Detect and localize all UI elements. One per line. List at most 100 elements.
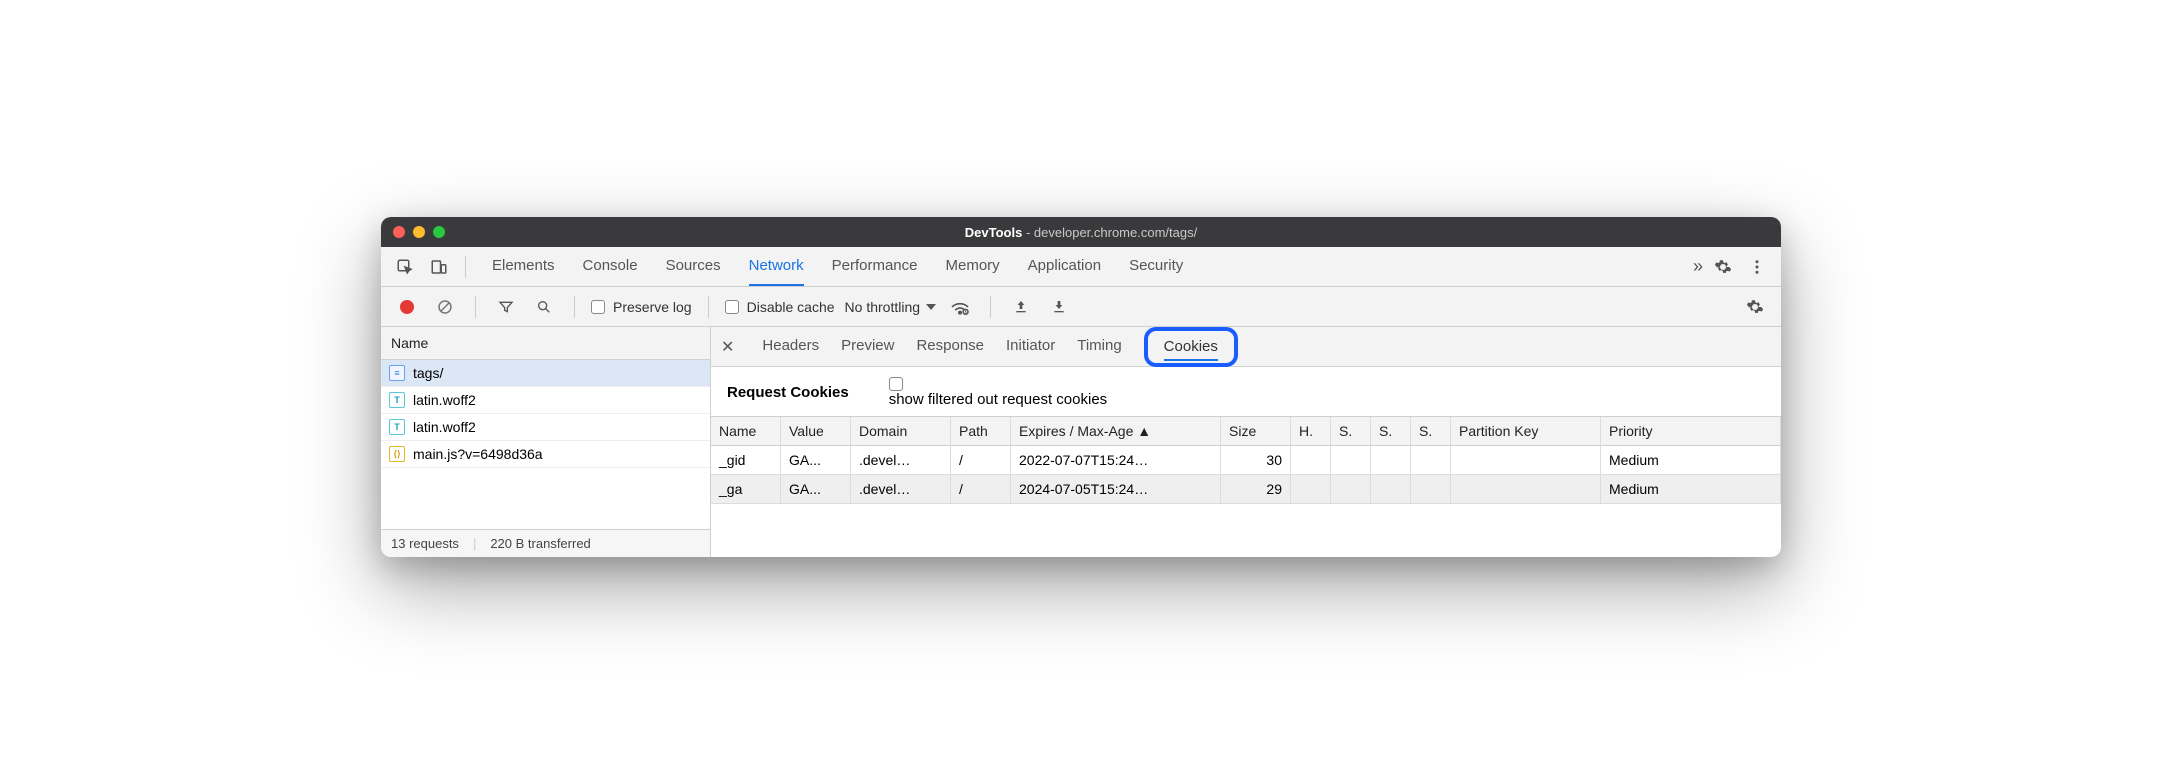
cell: 2022-07-07T15:24… — [1011, 446, 1221, 475]
divider — [990, 296, 991, 318]
cell: 2024-07-05T15:24… — [1011, 475, 1221, 504]
tab-initiator[interactable]: Initiator — [1006, 337, 1055, 356]
more-tabs-icon[interactable]: » — [1693, 256, 1703, 277]
cell: _ga — [711, 475, 781, 504]
close-detail-icon[interactable]: ✕ — [721, 337, 734, 357]
tab-network[interactable]: Network — [749, 247, 804, 286]
column-header[interactable]: S. — [1371, 417, 1411, 446]
request-name: main.js?v=6498d36a — [413, 446, 543, 462]
window-title: DevTools - developer.chrome.com/tags/ — [965, 225, 1197, 240]
cookie-row[interactable]: _gidGA....devel…/2022-07-07T15:24…30 Medi… — [711, 446, 1781, 475]
divider — [708, 296, 709, 318]
column-header[interactable]: Partition Key — [1451, 417, 1601, 446]
cell — [1291, 475, 1331, 504]
minimize-window-button[interactable] — [413, 226, 425, 238]
device-toolbar-icon[interactable] — [425, 253, 453, 281]
cell: Medium — [1601, 446, 1781, 475]
divider — [574, 296, 575, 318]
column-header[interactable]: Path — [951, 417, 1011, 446]
request-name: latin.woff2 — [413, 392, 476, 408]
tab-timing[interactable]: Timing — [1077, 337, 1121, 356]
cell: / — [951, 475, 1011, 504]
status-transferred: 220 B transferred — [490, 536, 590, 551]
record-button[interactable] — [393, 293, 421, 321]
request-list-header[interactable]: Name — [381, 327, 710, 360]
cell — [1291, 446, 1331, 475]
request-name: tags/ — [413, 365, 443, 381]
tab-console[interactable]: Console — [583, 247, 638, 286]
request-row[interactable]: ⟨⟩ main.js?v=6498d36a — [381, 441, 710, 468]
tab-elements[interactable]: Elements — [492, 247, 555, 286]
tab-headers[interactable]: Headers — [762, 337, 819, 356]
titlebar: DevTools - developer.chrome.com/tags/ — [381, 217, 1781, 247]
column-header[interactable]: Priority — [1601, 417, 1781, 446]
tab-security[interactable]: Security — [1129, 247, 1183, 286]
request-name: latin.woff2 — [413, 419, 476, 435]
column-header[interactable]: H. — [1291, 417, 1331, 446]
cell — [1451, 475, 1601, 504]
column-header[interactable]: Expires / Max-Age ▲ — [1011, 417, 1221, 446]
font-file-icon: T — [389, 392, 405, 408]
tab-sources[interactable]: Sources — [666, 247, 721, 286]
upload-har-icon[interactable] — [1007, 293, 1035, 321]
doc-file-icon: ≡ — [389, 365, 405, 381]
cell — [1411, 446, 1451, 475]
panel-settings-icon[interactable] — [1741, 293, 1769, 321]
divider — [465, 256, 466, 278]
tab-preview[interactable]: Preview — [841, 337, 894, 356]
cell: GA... — [781, 446, 851, 475]
tab-cookies[interactable]: Cookies — [1144, 327, 1238, 367]
zoom-window-button[interactable] — [433, 226, 445, 238]
show-filtered-checkbox[interactable]: show filtered out request cookies — [889, 377, 1107, 408]
cell: .devel… — [851, 446, 951, 475]
disable-cache-checkbox[interactable]: Disable cache — [725, 299, 835, 315]
request-row[interactable]: ≡ tags/ — [381, 360, 710, 387]
status-bar: 13 requests | 220 B transferred — [381, 529, 710, 557]
divider — [475, 296, 476, 318]
cell: 29 — [1221, 475, 1291, 504]
cell — [1451, 446, 1601, 475]
column-header[interactable]: Value — [781, 417, 851, 446]
column-header[interactable]: S. — [1331, 417, 1371, 446]
close-window-button[interactable] — [393, 226, 405, 238]
column-header[interactable]: Size — [1221, 417, 1291, 446]
clear-button[interactable] — [431, 293, 459, 321]
cell: / — [951, 446, 1011, 475]
request-list: Name ≡tags/Tlatin.woff2Tlatin.woff2⟨⟩mai… — [381, 327, 711, 557]
download-har-icon[interactable] — [1045, 293, 1073, 321]
search-icon[interactable] — [530, 293, 558, 321]
cell: 30 — [1221, 446, 1291, 475]
column-header[interactable]: S. — [1411, 417, 1451, 446]
cell: .devel… — [851, 475, 951, 504]
request-cookies-heading: Request Cookies — [727, 384, 849, 401]
main-tabbar: Elements Console Sources Network Performance… — [381, 247, 1781, 287]
cell: _gid — [711, 446, 781, 475]
status-requests: 13 requests — [391, 536, 459, 551]
filter-icon[interactable] — [492, 293, 520, 321]
cell — [1331, 475, 1371, 504]
tab-memory[interactable]: Memory — [946, 247, 1000, 286]
tab-performance[interactable]: Performance — [832, 247, 918, 286]
js-file-icon: ⟨⟩ — [389, 446, 405, 462]
request-row[interactable]: Tlatin.woff2 — [381, 387, 710, 414]
cell: Medium — [1601, 475, 1781, 504]
kebab-menu-icon[interactable] — [1743, 253, 1771, 281]
cell — [1371, 475, 1411, 504]
preserve-log-checkbox[interactable]: Preserve log — [591, 299, 692, 315]
column-header[interactable]: Domain — [851, 417, 951, 446]
cell — [1331, 446, 1371, 475]
network-conditions-icon[interactable] — [946, 293, 974, 321]
font-file-icon: T — [389, 419, 405, 435]
tab-response[interactable]: Response — [916, 337, 984, 356]
request-row[interactable]: Tlatin.woff2 — [381, 414, 710, 441]
cell — [1371, 446, 1411, 475]
cell: GA... — [781, 475, 851, 504]
cookies-table: NameValueDomainPathExpires / Max-Age ▲Si… — [711, 416, 1781, 504]
settings-icon[interactable] — [1709, 253, 1737, 281]
throttling-select[interactable]: No throttling — [845, 299, 936, 315]
cookie-row[interactable]: _gaGA....devel…/2024-07-05T15:24…29 Mediu… — [711, 475, 1781, 504]
cell — [1411, 475, 1451, 504]
column-header[interactable]: Name — [711, 417, 781, 446]
tab-application[interactable]: Application — [1028, 247, 1101, 286]
inspect-element-icon[interactable] — [391, 253, 419, 281]
